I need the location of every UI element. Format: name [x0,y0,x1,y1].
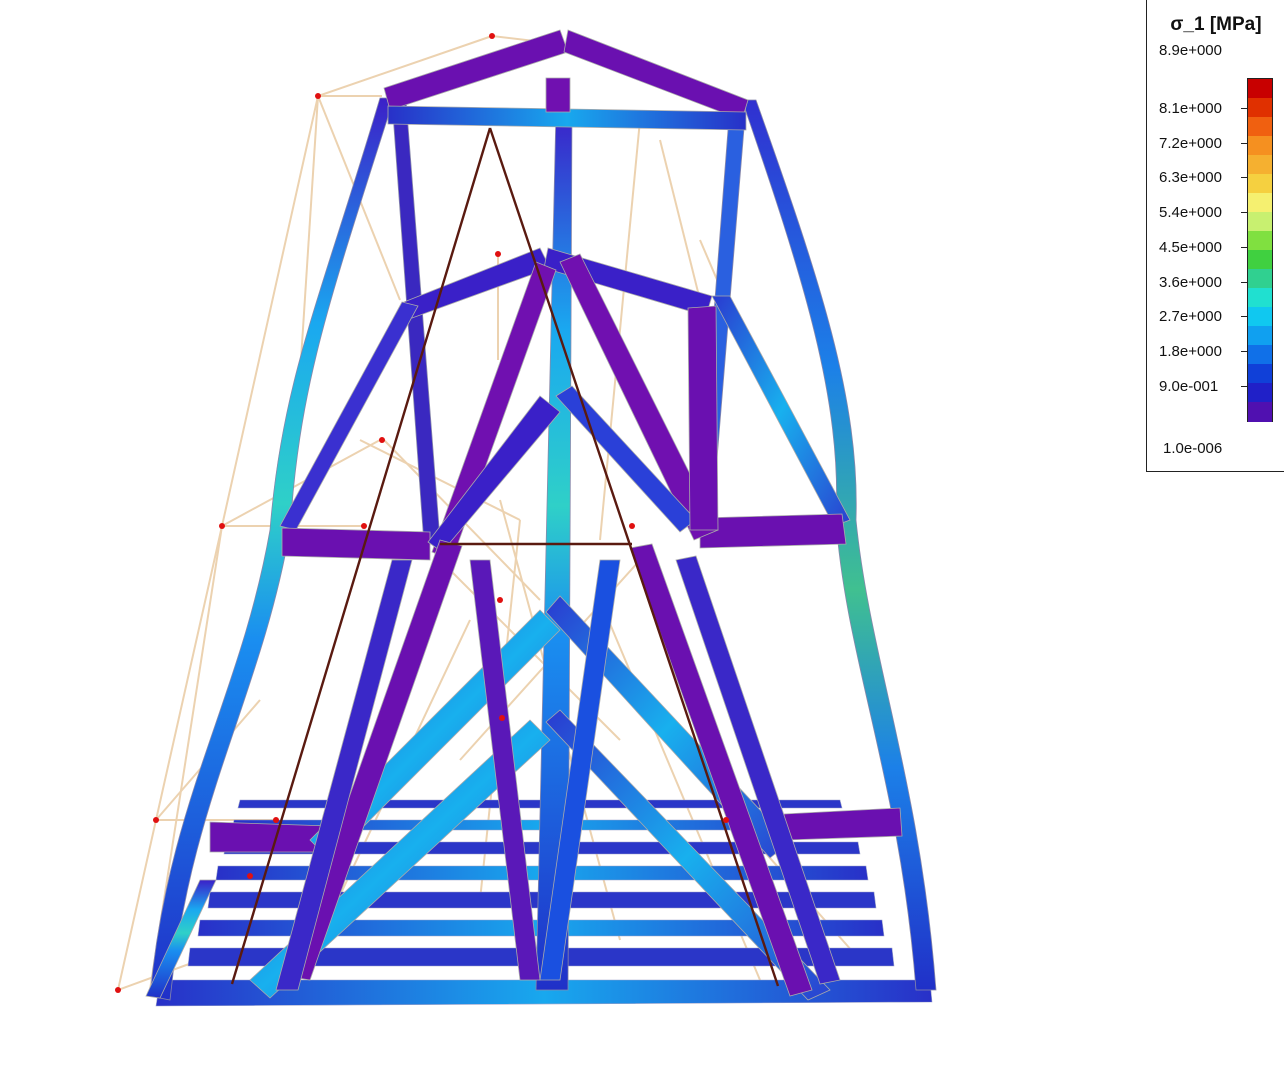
legend-tick-mark [1241,212,1247,214]
legend-tick-label: 6.3e+000 [1159,169,1222,187]
legend-tick-mark [1241,142,1247,144]
colorbar-band [1248,383,1272,403]
legend-tick-label: 5.4e+000 [1159,204,1222,222]
legend-tick-mark [1241,385,1247,387]
colorbar-band [1248,307,1272,327]
colorbar-band [1248,79,1272,99]
colorbar-band [1248,345,1272,365]
colorbar-band [1248,269,1272,289]
legend-tick-label: 9.0e-001 [1159,377,1219,395]
top-truss [383,29,749,131]
colorbar-band [1248,155,1272,175]
legend-tick-label: 4.5e+000 [1159,238,1222,256]
colorbar-band [1248,402,1272,422]
colorbar-band [1248,326,1272,346]
legend-tick-label: 7.2e+000 [1159,134,1222,152]
colorbar-band [1248,212,1272,232]
legend-tick-label: 8.1e+000 [1159,100,1222,117]
colorbar-band [1248,174,1272,194]
colorbar-band [1248,231,1272,251]
legend-tick-mark [1241,316,1247,318]
legend-tick-label: 3.6e+000 [1159,273,1222,291]
colorbar-band [1248,364,1272,384]
model-viewport[interactable] [0,0,1288,1080]
colorbar-band [1248,193,1272,213]
colorbar-band [1248,117,1272,137]
colorbar-band [1248,288,1272,308]
stress-legend: σ_1 [MPa] 8.9e+000 1.0e-006 8.1e+000 7.2e… [1146,0,1284,472]
legend-tick-label: 2.7e+000 [1159,308,1222,326]
colorbar-band [1248,98,1272,118]
legend-tick-label: 1.8e+000 [1159,342,1222,360]
legend-title: σ_1 [MPa] [1170,14,1262,35]
legend-colorbar [1247,78,1273,422]
legend-tick-mark [1241,281,1247,283]
legend-tick-mark [1241,246,1247,248]
legend-min-label: 1.0e-006 [1163,440,1223,457]
legend-tick-mark [1241,350,1247,352]
legend-tick-mark [1241,177,1247,179]
legend-max-label: 8.9e+000 [1159,42,1222,59]
legend-tick-mark [1241,108,1247,109]
colorbar-band [1248,250,1272,270]
colorbar-band [1248,136,1272,156]
